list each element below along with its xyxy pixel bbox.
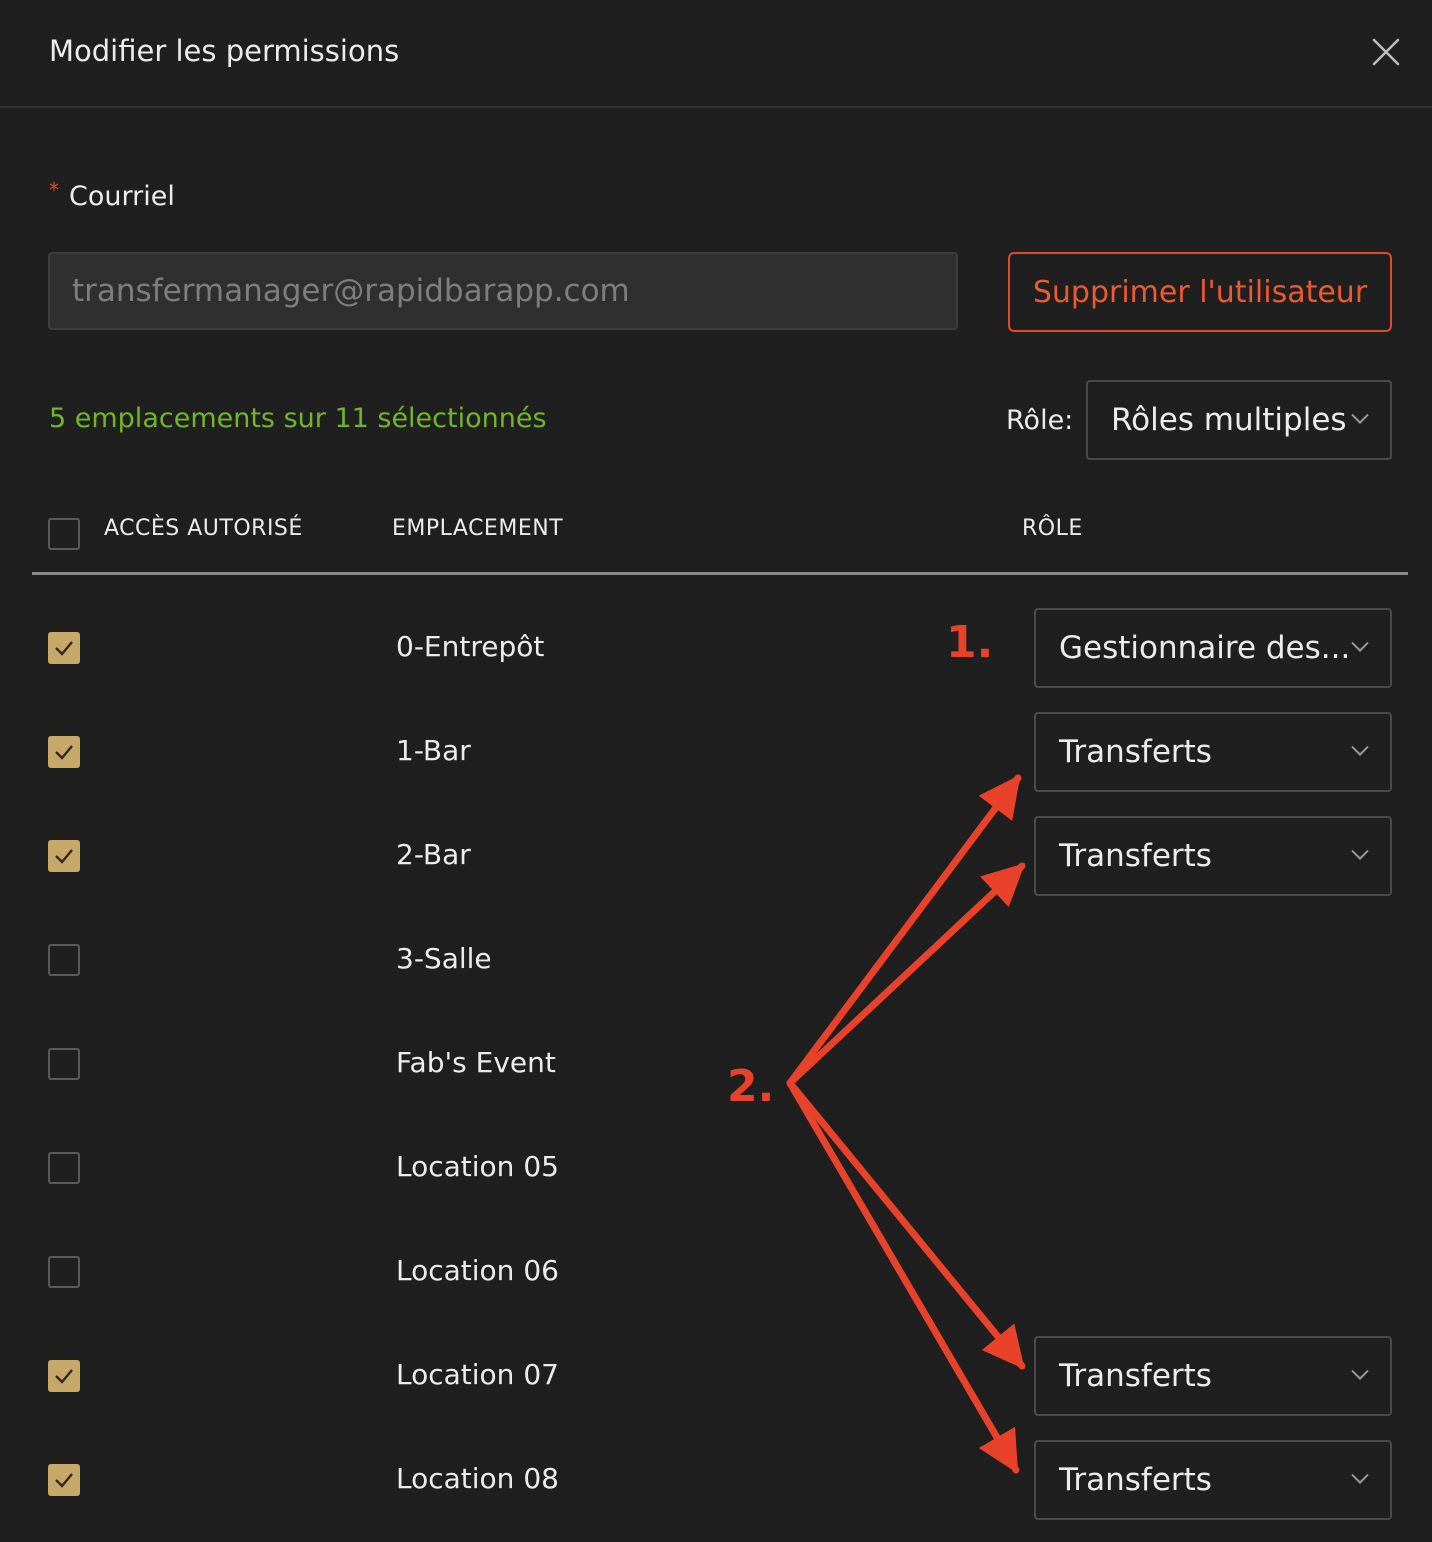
access-checkbox[interactable] [48, 840, 80, 872]
column-header-role: RÔLE [1022, 516, 1083, 541]
access-checkbox[interactable] [48, 736, 80, 768]
role-select-value: Gestionnaire des... [1059, 630, 1351, 666]
table-row: Location 06 [0, 1232, 1432, 1312]
access-checkbox[interactable] [48, 1464, 80, 1496]
chevron-down-icon [1351, 1369, 1369, 1381]
location-name: 2-Bar [396, 838, 471, 871]
table-row: Location 05 [0, 1128, 1432, 1208]
access-checkbox[interactable] [48, 944, 80, 976]
location-name: Location 06 [396, 1254, 559, 1287]
role-select[interactable]: Transferts [1034, 1440, 1392, 1520]
email-label-text: Courriel [69, 181, 175, 212]
table-header-divider [32, 572, 1408, 575]
access-checkbox[interactable] [48, 1152, 80, 1184]
bulk-role-select-value: Rôles multiples [1111, 402, 1347, 438]
table-row: 1-Bar Transferts [0, 712, 1432, 792]
modal-header: Modifier les permissions [0, 0, 1432, 108]
role-select-value: Transferts [1059, 1358, 1212, 1394]
email-label: * Courriel [49, 178, 175, 212]
select-all-checkbox[interactable] [48, 518, 80, 550]
selected-count: 5 emplacements sur 11 sélectionnés [49, 403, 547, 434]
bulk-role-select[interactable]: Rôles multiples [1086, 380, 1392, 460]
table-row: Location 08 Transferts [0, 1440, 1432, 1520]
location-name: Location 05 [396, 1150, 559, 1183]
role-select[interactable]: Transferts [1034, 712, 1392, 792]
role-select-value: Transferts [1059, 734, 1212, 770]
chevron-down-icon [1351, 745, 1369, 757]
location-name: 3-Salle [396, 942, 492, 975]
table-row: Location 07 Transferts [0, 1336, 1432, 1416]
annotation-1: 1. [946, 617, 994, 668]
role-select[interactable]: Gestionnaire des... [1034, 608, 1392, 688]
table-row: 2-Bar Transferts [0, 816, 1432, 896]
chevron-down-icon [1351, 849, 1369, 861]
close-icon[interactable] [1370, 36, 1402, 68]
access-checkbox[interactable] [48, 632, 80, 664]
location-name: Location 07 [396, 1358, 559, 1391]
location-name: Fab's Event [396, 1046, 556, 1079]
required-mark: * [49, 178, 59, 202]
location-name: 0-Entrepôt [396, 630, 545, 663]
column-header-access: ACCÈS AUTORISÉ [104, 516, 303, 541]
location-name: 1-Bar [396, 734, 471, 767]
access-checkbox[interactable] [48, 1256, 80, 1288]
chevron-down-icon [1351, 413, 1369, 425]
role-select-value: Transferts [1059, 1462, 1212, 1498]
arrow-to-location-07 [786, 1079, 1026, 1370]
table-row: 3-Salle [0, 920, 1432, 1000]
access-checkbox[interactable] [48, 1360, 80, 1392]
table-row: 0-Entrepôt Gestionnaire des... [0, 608, 1432, 688]
chevron-down-icon [1351, 641, 1369, 653]
location-name: Location 08 [396, 1462, 559, 1495]
delete-user-button[interactable]: Supprimer l'utilisateur [1008, 252, 1392, 332]
table-row: Fab's Event [0, 1024, 1432, 1104]
role-select[interactable]: Transferts [1034, 1336, 1392, 1416]
column-header-location: EMPLACEMENT [392, 516, 564, 541]
modal-title: Modifier les permissions [49, 34, 400, 68]
role-select[interactable]: Transferts [1034, 816, 1392, 896]
role-label: Rôle: [1006, 405, 1074, 436]
role-select-value: Transferts [1059, 838, 1212, 874]
access-checkbox[interactable] [48, 1048, 80, 1080]
annotation-2: 2. [727, 1061, 775, 1112]
email-field[interactable] [48, 252, 958, 330]
chevron-down-icon [1351, 1473, 1369, 1485]
